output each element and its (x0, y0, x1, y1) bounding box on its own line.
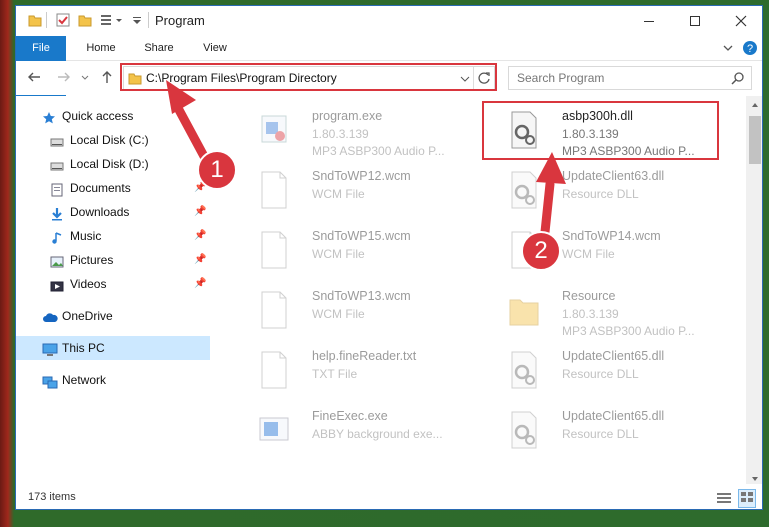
annotation-arrows (166, 80, 566, 237)
step-two-badge: 2 (521, 231, 561, 271)
arrow-2 (536, 152, 566, 237)
step-one-badge: 1 (197, 150, 237, 190)
arrow-1 (166, 80, 211, 165)
